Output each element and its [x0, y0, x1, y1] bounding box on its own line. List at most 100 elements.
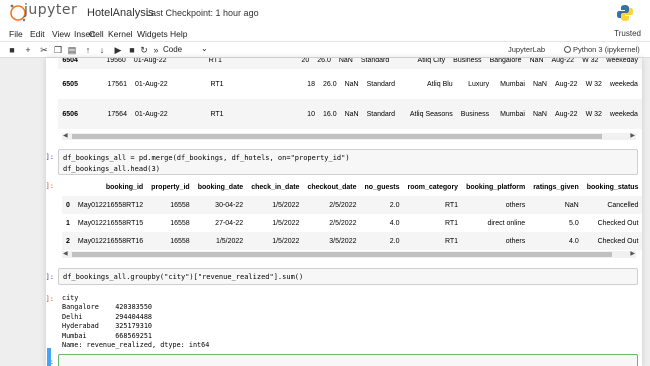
cell-type-select[interactable]: Code — [163, 45, 182, 54]
table-cell: May012216558RT15 — [77, 219, 144, 227]
scrollbar-thumb[interactable] — [72, 252, 612, 257]
move-up-icon[interactable]: ↑ — [83, 45, 93, 55]
menu-kernel[interactable]: Kernel — [108, 29, 133, 39]
table-row: 6506 17564 01-Aug-22 RT1 10 16.0 NaN Sta… — [58, 99, 642, 129]
fast-forward-icon[interactable]: » — [151, 45, 161, 55]
table-cell: NaN — [334, 58, 357, 69]
previous-output-table: 6504 19560 01-Aug-22 RT1 20 26.0 NaN Sta… — [58, 58, 642, 69]
table-cell: NaN — [525, 58, 548, 69]
table-row: 6504 19560 01-Aug-22 RT1 20 26.0 NaN Sta… — [58, 58, 642, 69]
table-cell: Aug-22 — [550, 99, 582, 129]
table-cell: 2.0 — [360, 232, 404, 250]
copy-icon[interactable]: ❐ — [53, 45, 63, 55]
table-cell: weekeda — [609, 80, 638, 88]
table-index-cell: 6505 — [62, 80, 78, 88]
table-header-cell: booking_date — [197, 183, 244, 191]
menu-widgets[interactable]: Widgets — [137, 29, 168, 39]
table-cell: RT1 — [180, 58, 258, 69]
notebook-title[interactable]: HotelAnalysis — [87, 7, 154, 19]
table-cell: RT1 — [403, 232, 463, 250]
table-cell: RT1 — [444, 219, 459, 227]
table-cell: direct online — [487, 219, 526, 227]
table-cell: 5.0 — [568, 219, 579, 227]
table-cell: 27-04-22 — [215, 219, 244, 227]
cell-61-in-prompt: [61]: — [46, 273, 54, 281]
notebook-container: 6504 19560 01-Aug-22 RT1 20 26.0 NaN Sta… — [46, 58, 642, 366]
cell-60-code-editor[interactable]: df_bookings_all = pd.merge(df_bookings, … — [58, 149, 638, 175]
selected-cell-indicator — [47, 348, 51, 366]
cell-61-code-editor[interactable]: df_bookings_all.groupby("city")["revenue… — [58, 268, 638, 285]
stop-icon[interactable]: ■ — [127, 45, 137, 55]
table-row: 1 May012216558RT15 16558 27-04-22 1/5/20… — [62, 214, 642, 232]
table-cell: Aug-22 — [547, 58, 579, 69]
table-cell: 2.0 — [360, 196, 404, 214]
previous-output-table-cont: 6505 17561 01-Aug-22 RT1 18 26.0 NaN Sta… — [58, 69, 642, 129]
table-header-cell: booking_status — [586, 183, 639, 191]
menu-help[interactable]: Help — [170, 29, 187, 39]
save-icon[interactable]: ■ — [7, 45, 17, 55]
table-cell: Aug-22 — [554, 80, 578, 88]
table-header-cell — [62, 178, 74, 196]
menu-cell[interactable]: Cell — [89, 29, 104, 39]
cell-60-in-prompt: [60]: — [46, 153, 54, 161]
table-cell: 16558 — [147, 232, 194, 250]
menu-file[interactable]: File — [9, 29, 23, 39]
horizontal-scrollbar[interactable]: ◀ ▶ — [62, 251, 636, 258]
table-cell: 16558 — [170, 219, 190, 227]
empty-cell-code-editor[interactable] — [58, 354, 638, 366]
move-down-icon[interactable]: ↓ — [97, 45, 107, 55]
add-cell-icon[interactable]: + — [23, 45, 33, 55]
table-cell: NaN — [340, 99, 363, 129]
checkpoint-status: Last Checkpoint: 1 hour ago — [146, 8, 259, 18]
table-cell: RT1 — [403, 196, 463, 214]
table-cell: Standard — [366, 80, 396, 88]
paste-icon[interactable]: ▤ — [67, 45, 77, 55]
table-cell: 19560 — [81, 58, 130, 69]
scroll-right-icon[interactable]: ▶ — [630, 251, 635, 258]
table-cell: 01-Aug-22 — [129, 58, 181, 69]
cell-61-output-text: city Bangalore 420383550 Delhi 294404488… — [62, 294, 210, 350]
table-header-cell: booking_id — [105, 183, 144, 191]
scroll-left-icon[interactable]: ◀ — [63, 133, 68, 140]
kernel-status-icon — [564, 46, 571, 53]
brand-name: jupyter — [24, 2, 78, 18]
trusted-badge[interactable]: Trusted — [614, 29, 641, 38]
run-icon[interactable]: ▶ — [113, 45, 123, 55]
menu-edit[interactable]: Edit — [30, 29, 45, 39]
table-row: 2 May012216558RT16 16558 1/5/2022 1/5/20… — [62, 232, 642, 250]
table-cell: 1/5/2022 — [272, 219, 300, 227]
table-header-cell: ratings_given — [533, 183, 579, 191]
table-header-cell: check_in_date — [251, 183, 300, 191]
table-index-cell: 2 — [62, 232, 74, 250]
table-cell: 1/5/2022 — [247, 232, 304, 250]
horizontal-scrollbar[interactable]: ◀ ▶ — [62, 133, 636, 140]
table-cell: RT1 — [210, 80, 224, 88]
kernel-name[interactable]: Python 3 (ipykernel) — [573, 45, 640, 54]
table-cell: Mumbai — [500, 80, 525, 88]
table-cell: NaN — [344, 80, 359, 88]
table-index-cell: 0 — [62, 196, 74, 214]
code-line: df_bookings_all.head(3) — [63, 165, 160, 173]
scroll-right-icon[interactable]: ▶ — [630, 133, 635, 140]
table-cell: Business — [456, 99, 494, 129]
menu-view[interactable]: View — [52, 29, 70, 39]
restart-icon[interactable]: ↻ — [139, 45, 149, 55]
table-row: 6505 17561 01-Aug-22 RT1 18 26.0 NaN Sta… — [58, 69, 642, 99]
python-logo-icon — [617, 5, 633, 21]
scrollbar-thumb[interactable] — [72, 134, 602, 139]
chevron-down-icon[interactable]: ⌄ — [201, 44, 208, 53]
cut-icon[interactable]: ✂ — [39, 45, 49, 55]
table-cell: W 32 — [581, 99, 606, 129]
table-cell: Luxury — [468, 80, 490, 88]
code-line: df_bookings_all = pd.merge(df_bookings, … — [63, 154, 350, 162]
scroll-left-icon[interactable]: ◀ — [63, 251, 68, 258]
table-cell: Atliq Seasons — [399, 99, 457, 129]
table-cell: 26.0 — [313, 58, 335, 69]
table-index-cell: 1 — [66, 219, 70, 227]
table-cell: Cancelled — [582, 196, 642, 214]
table-index-cell: 6506 — [58, 99, 82, 129]
header: jupyter HotelAnalysis Last Checkpoint: 1… — [0, 0, 650, 26]
jupyterlab-link[interactable]: JupyterLab — [508, 45, 545, 54]
table-cell: Checked Out — [597, 219, 639, 227]
code-line: df_bookings_all.groupby("city")["revenue… — [63, 273, 304, 281]
